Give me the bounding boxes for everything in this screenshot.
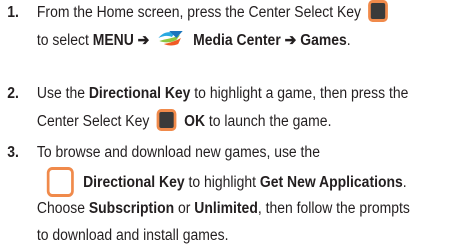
step-number: 2. <box>7 85 19 102</box>
subscription-label: Subscription <box>88 200 175 217</box>
step-3-line-3: Choose Subscription or Unlimited, then f… <box>37 196 410 222</box>
punctuation: . <box>346 32 351 49</box>
menu-label: MENU <box>92 32 134 49</box>
games-label: Games <box>300 32 347 49</box>
step-text: to highlight a game, then press the <box>190 85 409 102</box>
step-text: to launch the game. <box>205 113 332 130</box>
instructions-document: 1. From the Home screen, press the Cente… <box>0 0 470 249</box>
media-center-icon <box>158 30 183 46</box>
step-3-line-2: Directional Key to highlight Get New App… <box>41 167 407 198</box>
step-text: or <box>174 200 195 217</box>
unlimited-label: Unlimited <box>194 200 258 217</box>
step-text: From the Home screen, press the Center S… <box>36 4 361 21</box>
punctuation: . <box>402 174 407 192</box>
step-2: 2. Use the Directional Key to highlight … <box>0 81 423 133</box>
step-number: 1. <box>7 4 19 21</box>
step-text: Center Select Key <box>36 113 150 130</box>
step-text: To browse and download new games, use th… <box>36 144 320 161</box>
arrow-icon: ➔ <box>137 32 150 49</box>
step-3-line-1: To browse and download new games, use th… <box>37 140 320 166</box>
media-center-label: Media Center <box>193 32 281 49</box>
arrow-icon: ➔ <box>284 32 297 49</box>
step-3: 3. To browse and download new games, use… <box>0 140 423 249</box>
step-number: 3. <box>7 144 19 161</box>
step-text: , then follow the prompts <box>257 200 410 217</box>
step-text: Choose <box>36 200 89 217</box>
center-select-key-icon <box>156 108 177 131</box>
center-select-key-icon <box>368 0 389 22</box>
step-1: 1. From the Home screen, press the Cente… <box>0 0 423 52</box>
step-text: to select <box>36 32 93 49</box>
step-1-line-2: to select MENU ➔ Media Center ➔ Games. <box>37 28 351 54</box>
step-1-line-1: From the Home screen, press the Center S… <box>37 0 392 26</box>
get-new-applications-label: Get New Applications <box>259 174 403 192</box>
directional-key-icon <box>46 167 74 197</box>
step-text: Use the <box>36 85 89 102</box>
ok-label: OK <box>184 113 206 130</box>
step-text: to download and install games. <box>36 227 229 244</box>
step-3-line-4: to download and install games. <box>37 223 229 249</box>
directional-key-label: Directional Key <box>83 174 185 192</box>
step-text: to highlight <box>184 174 260 192</box>
step-2-line-2: Center Select Key OK to launch the game. <box>36 108 332 135</box>
step-2-line-1: Use the Directional Key to highlight a g… <box>37 81 408 107</box>
directional-key-label: Directional Key <box>88 85 191 102</box>
